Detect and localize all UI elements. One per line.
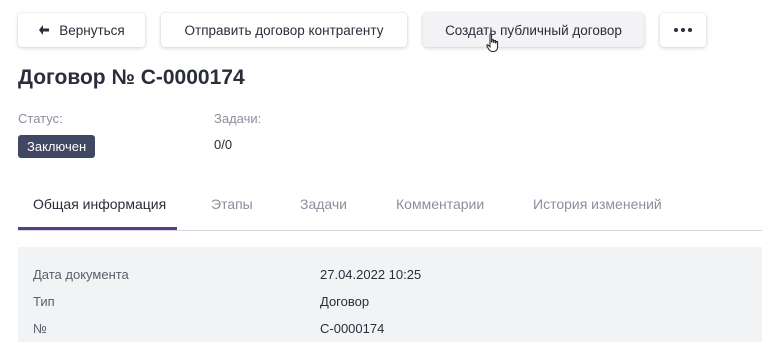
tab-comments[interactable]: Комментарии <box>396 196 484 212</box>
create-button-label: Создать публичный договор <box>445 22 622 38</box>
page-title: Договор № С-0000174 <box>18 66 245 89</box>
back-button[interactable]: Вернуться <box>18 13 145 47</box>
send-button-label: Отправить договор контрагенту <box>184 22 384 38</box>
status-label: Статус: <box>18 111 63 126</box>
tabs-divider <box>18 230 762 231</box>
info-value-type: Договор <box>320 294 370 309</box>
info-label-number: № <box>33 321 47 336</box>
info-value-document-date: 27.04.2022 10:25 <box>320 267 422 282</box>
tasks-value: 0/0 <box>214 137 233 152</box>
more-horizontal-icon <box>674 28 692 32</box>
tab-stages[interactable]: Этапы <box>211 196 253 212</box>
info-label-document-date: Дата документа <box>33 267 129 282</box>
back-button-label: Вернуться <box>59 22 125 38</box>
info-label-type: Тип <box>33 294 55 309</box>
more-actions-button[interactable] <box>660 13 706 47</box>
arrow-left-icon <box>38 24 50 36</box>
hand-cursor-icon <box>486 33 499 52</box>
info-value-number: С-0000174 <box>320 321 385 336</box>
tab-tasks[interactable]: Задачи <box>300 196 347 212</box>
tabs-bar: Общая информация Этапы Задачи Комментари… <box>18 186 762 230</box>
tasks-label: Задачи: <box>214 111 262 126</box>
general-info-panel: Дата документа 27.04.2022 10:25 Тип Дого… <box>18 247 762 342</box>
tab-history[interactable]: История изменений <box>533 196 662 212</box>
tab-general-info[interactable]: Общая информация <box>33 196 166 212</box>
send-to-counterparty-button[interactable]: Отправить договор контрагенту <box>161 13 407 47</box>
create-public-contract-button[interactable]: Создать публичный договор <box>423 13 644 47</box>
status-badge: Заключен <box>18 135 96 158</box>
